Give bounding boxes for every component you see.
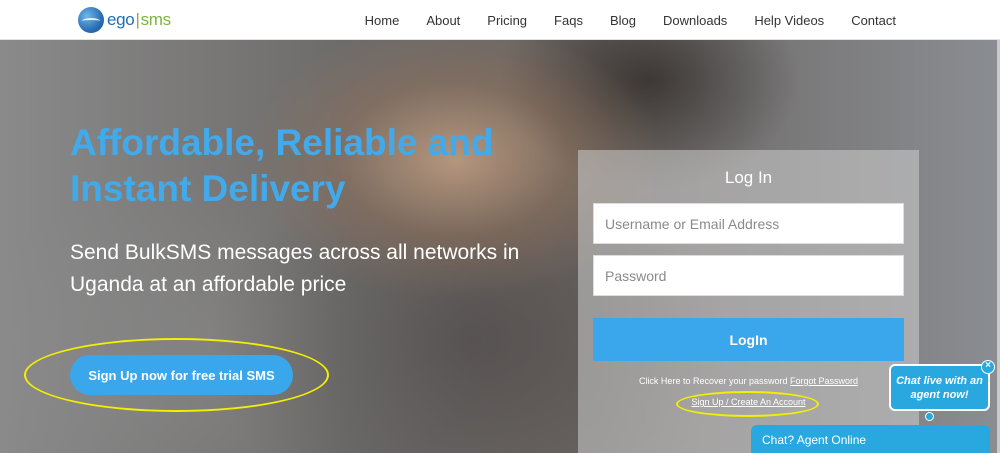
top-navbar: ego|sms Home About Pricing Faqs Blog Dow… xyxy=(0,0,1000,40)
username-input[interactable] xyxy=(593,203,904,244)
nav-downloads[interactable]: Downloads xyxy=(663,13,727,28)
nav-help-videos[interactable]: Help Videos xyxy=(754,13,824,28)
login-title: Log In xyxy=(724,168,773,187)
chat-agent-online-bar[interactable]: Chat? Agent Online xyxy=(751,425,990,453)
chat-pointer-dot xyxy=(925,412,934,421)
hero-subheadline-line1: Send BulkSMS messages across all network… xyxy=(70,241,520,264)
egosms-logo[interactable]: ego|sms xyxy=(78,6,171,34)
recover-password-line: Click Here to Recover your password Forg… xyxy=(578,376,919,386)
nav-faqs[interactable]: Faqs xyxy=(554,13,583,28)
login-button[interactable]: LogIn xyxy=(593,318,904,361)
highlight-ellipse-signup-link xyxy=(676,391,819,417)
forgot-password-link[interactable]: Forgot Password xyxy=(790,376,858,386)
chat-invite-line2: agent now! xyxy=(910,389,969,401)
hero-subheadline: Send BulkSMS messages across all network… xyxy=(70,237,550,301)
hero-headline-line1: Affordable, Reliable and xyxy=(70,122,494,163)
recover-text: Click Here to Recover your password xyxy=(638,376,788,386)
password-input[interactable] xyxy=(593,255,904,296)
hero-headline-line2: Instant Delivery xyxy=(70,168,346,209)
chat-close-icon[interactable]: × xyxy=(981,360,995,374)
highlight-ellipse-cta xyxy=(24,338,329,412)
nav-about[interactable]: About xyxy=(426,13,460,28)
main-nav: Home About Pricing Faqs Blog Downloads H… xyxy=(338,0,896,40)
nav-contact[interactable]: Contact xyxy=(851,13,896,28)
globe-logo-icon xyxy=(78,7,104,33)
chat-invite-line1: Chat live with an xyxy=(896,375,983,387)
nav-blog[interactable]: Blog xyxy=(610,13,636,28)
nav-home[interactable]: Home xyxy=(365,13,400,28)
chat-invite-bubble[interactable]: Chat live with an agent now! xyxy=(889,364,990,411)
hero-headline: Affordable, Reliable and Instant Deliver… xyxy=(70,120,570,212)
nav-pricing[interactable]: Pricing xyxy=(487,13,527,28)
hero-subheadline-line2: Uganda at an affordable price xyxy=(70,273,347,296)
logo-text: ego|sms xyxy=(107,10,171,29)
